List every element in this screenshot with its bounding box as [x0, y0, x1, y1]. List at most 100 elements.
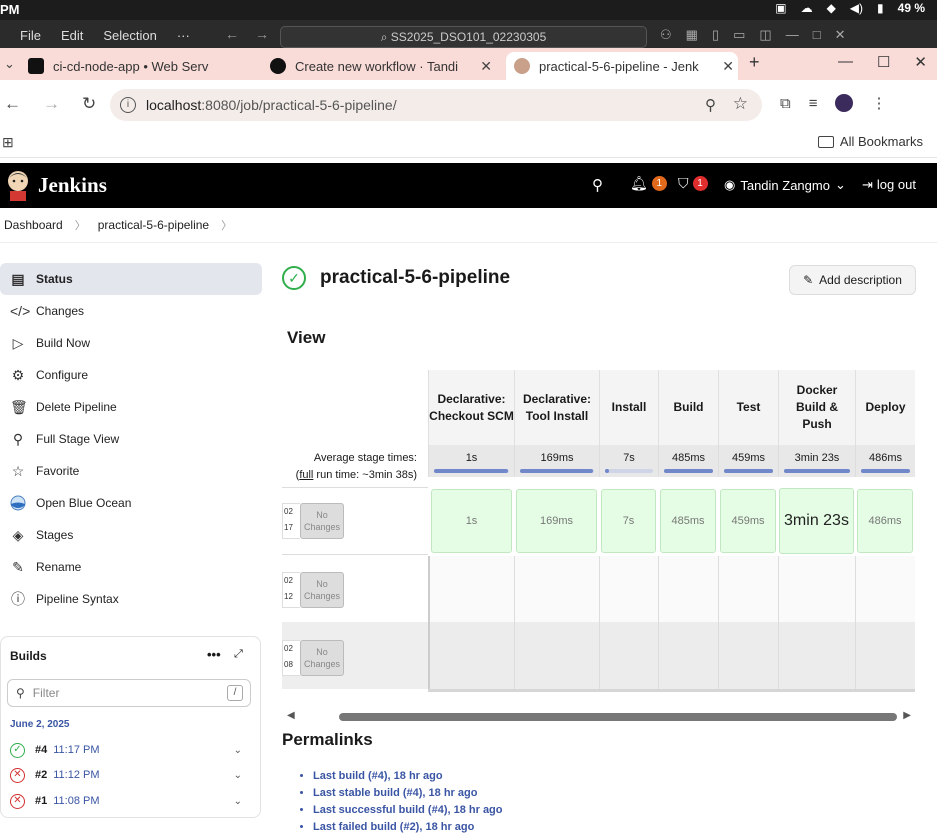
- gear-icon: ⚙: [11, 367, 25, 383]
- run-4-label[interactable]: 02 17: [282, 503, 300, 539]
- forward-icon[interactable]: →: [43, 94, 60, 114]
- sidebar-item-stages[interactable]: ◈ Stages: [0, 519, 262, 551]
- battery-icon[interactable]: ▮: [877, 1, 884, 15]
- bookmark-star-icon[interactable]: ☆: [733, 94, 748, 114]
- window-maximize-icon[interactable]: ☐: [877, 53, 890, 71]
- stage-cell-test[interactable]: 459ms: [720, 489, 776, 553]
- battery-level: 49 %: [897, 1, 925, 15]
- layout-icon[interactable]: ▦: [686, 27, 698, 43]
- chevron-down-icon[interactable]: ⌄: [234, 745, 242, 756]
- sidebar-item-changes[interactable]: </> Changes: [0, 295, 262, 327]
- media-controls-icon[interactable]: ≡: [809, 95, 818, 112]
- cloud-icon[interactable]: ☁: [801, 1, 813, 15]
- window-close-icon[interactable]: ✕: [914, 53, 927, 71]
- extensions-icon[interactable]: ⧉: [780, 95, 791, 112]
- close-icon[interactable]: ✕: [835, 27, 846, 43]
- forward-arrow-icon[interactable]: →: [255, 26, 269, 42]
- chevron-down-icon[interactable]: ⌄: [234, 796, 242, 807]
- chevron-down-icon[interactable]: ⌄: [234, 770, 242, 781]
- chrome-menu-icon[interactable]: ⋮: [871, 94, 886, 112]
- notifications-button[interactable]: 🔔︎ 1: [630, 175, 667, 192]
- menu-selection[interactable]: Selection: [103, 28, 156, 43]
- address-bar[interactable]: i localhost:8080/job/practical-5-6-pipel…: [110, 89, 762, 121]
- sidebar-toggle-icon[interactable]: ▯: [712, 27, 719, 43]
- stage-cell-docker[interactable]: 3min 23s: [779, 488, 854, 554]
- panel-toggle-icon[interactable]: ▭: [733, 27, 745, 43]
- maximize-icon[interactable]: □: [813, 27, 821, 43]
- back-icon[interactable]: ←: [4, 94, 21, 114]
- run-1-label[interactable]: 02 08: [282, 640, 300, 676]
- avg-checkout: 1s: [428, 445, 514, 477]
- sidebar-item-favorite[interactable]: ☆ Favorite: [0, 455, 262, 487]
- stage-cell-deploy[interactable]: 486ms: [857, 489, 913, 553]
- add-description-button[interactable]: ✎ Add description: [789, 265, 916, 295]
- permalink-last-build[interactable]: Last build (#4), 18 hr ago: [313, 770, 503, 787]
- builds-filter-input[interactable]: ⚲ Filter /: [7, 679, 251, 707]
- logout-link[interactable]: ⇥ log out: [862, 177, 916, 193]
- permalink-last-stable[interactable]: Last stable build (#4), 18 hr ago: [313, 787, 503, 804]
- site-info-icon[interactable]: i: [120, 97, 136, 113]
- scroll-right-icon[interactable]: ▶: [903, 710, 911, 721]
- stage-cell-tool-install[interactable]: 169ms: [516, 489, 597, 553]
- copilot-icon[interactable]: ⚇: [660, 27, 672, 43]
- tab-ci-cd-node-app[interactable]: ci-cd-node-app • Web Serv: [28, 52, 260, 80]
- more-options-icon[interactable]: •••: [207, 647, 221, 662]
- tab-close-icon[interactable]: ✕: [480, 58, 492, 75]
- bell-icon: 🔔︎: [630, 175, 648, 191]
- new-tab-icon[interactable]: +: [749, 52, 760, 73]
- reload-icon[interactable]: ↻: [82, 94, 96, 114]
- sidebar-item-open-blue-ocean[interactable]: Open Blue Ocean: [0, 487, 262, 519]
- back-arrow-icon[interactable]: ←: [225, 26, 239, 42]
- user-menu[interactable]: ◉ Tandin Zangmo ⌄: [724, 177, 846, 193]
- tab-close-icon[interactable]: ✕: [722, 58, 734, 75]
- breadcrumb-dashboard[interactable]: Dashboard: [4, 218, 63, 232]
- permalink-last-successful[interactable]: Last successful build (#4), 18 hr ago: [313, 804, 503, 821]
- apps-grid-icon[interactable]: ⊞: [2, 134, 14, 151]
- scroll-left-icon[interactable]: ◀: [287, 710, 295, 721]
- stage-cell-install[interactable]: 7s: [601, 489, 656, 553]
- menu-file[interactable]: File: [20, 28, 41, 43]
- jenkins-brand[interactable]: Jenkins: [38, 173, 107, 198]
- render-favicon-icon: [28, 58, 44, 74]
- stage-cell-checkout[interactable]: 1s: [431, 489, 512, 553]
- logout-icon: ⇥: [862, 177, 873, 192]
- volume-icon[interactable]: ◀): [850, 1, 863, 15]
- sidebar-item-rename[interactable]: ✎ Rename: [0, 551, 262, 583]
- full-run-time-link[interactable]: full: [299, 469, 313, 481]
- stage-view-scrollbar[interactable]: ◀ ▶: [287, 710, 911, 722]
- menu-more[interactable]: ···: [177, 28, 190, 43]
- jenkins-logo-icon[interactable]: [4, 169, 32, 201]
- build-row-1[interactable]: ✕ #1 11:08 PM ⌄: [10, 791, 250, 811]
- command-center-search[interactable]: ⌕ SS2025_DSO101_02230305: [280, 26, 647, 48]
- sidebar-item-configure[interactable]: ⚙ Configure: [0, 359, 262, 391]
- scrollbar-thumb[interactable]: [339, 713, 897, 721]
- run-2-label[interactable]: 02 12: [282, 572, 300, 608]
- all-bookmarks-button[interactable]: All Bookmarks: [817, 134, 923, 149]
- zoom-icon[interactable]: ⚲: [705, 96, 716, 114]
- chrome-profile-avatar[interactable]: [835, 94, 854, 112]
- stage-cell-build[interactable]: 485ms: [660, 489, 716, 553]
- sidebar-item-full-stage-view[interactable]: ⚲ Full Stage View: [0, 423, 262, 455]
- breadcrumb-job[interactable]: practical-5-6-pipeline: [98, 218, 209, 232]
- tab-jenkins-pipeline[interactable]: practical-5-6-pipeline - Jenk ✕: [506, 52, 738, 80]
- sidebar-item-pipeline-syntax[interactable]: ⓘ Pipeline Syntax: [0, 583, 262, 615]
- sidebar-item-status[interactable]: ▤ Status: [0, 263, 262, 295]
- build-row-4[interactable]: ✓ #4 11:17 PM ⌄: [10, 740, 250, 760]
- menu-edit[interactable]: Edit: [61, 28, 83, 43]
- permalink-last-failed[interactable]: Last failed build (#2), 18 hr ago: [313, 821, 503, 834]
- sidebar-item-delete-pipeline[interactable]: 🗑︎ Delete Pipeline: [0, 391, 262, 423]
- build-row-2[interactable]: ✕ #2 11:12 PM ⌄: [10, 765, 250, 785]
- dropbox-icon[interactable]: ▣: [775, 1, 786, 15]
- security-button[interactable]: ⛉ 1: [678, 175, 708, 192]
- github-icon: [270, 58, 286, 74]
- header-search-icon[interactable]: ⚲: [592, 176, 603, 194]
- split-icon[interactable]: ◫: [759, 27, 771, 43]
- sidebar-item-build-now[interactable]: ▷ Build Now: [0, 327, 262, 359]
- wifi-icon[interactable]: ◆: [827, 1, 836, 15]
- window-minimize-icon[interactable]: —: [838, 53, 853, 71]
- expand-icon[interactable]: ⤢: [234, 648, 243, 661]
- url-text[interactable]: localhost:8080/job/practical-5-6-pipelin…: [146, 97, 397, 113]
- tab-search-chevron-icon[interactable]: ⌄: [4, 56, 15, 72]
- tab-github-workflow[interactable]: Create new workflow · Tandi ✕: [270, 52, 496, 80]
- minimize-icon[interactable]: —: [786, 27, 799, 43]
